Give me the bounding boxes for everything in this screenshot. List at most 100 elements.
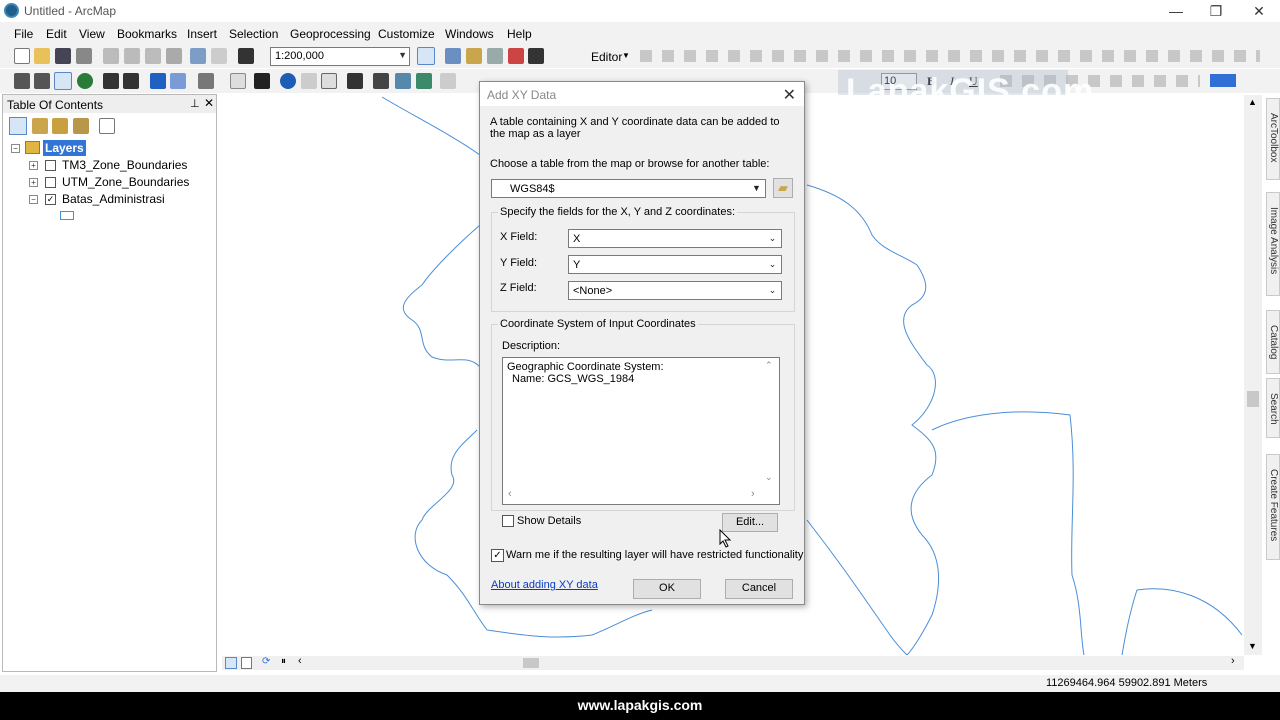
select-elements-icon[interactable] bbox=[254, 73, 270, 89]
forward-extent-icon[interactable] bbox=[170, 73, 186, 89]
pause-drawing-icon[interactable]: ⏸ bbox=[281, 656, 286, 667]
paste-icon[interactable] bbox=[145, 48, 161, 64]
dock-tab-create-features[interactable]: Create Features bbox=[1266, 454, 1280, 560]
copy-icon[interactable] bbox=[124, 48, 140, 64]
scroll-up-icon[interactable]: ▲ bbox=[1248, 97, 1257, 107]
find-route-icon[interactable] bbox=[395, 73, 411, 89]
layer-row[interactable]: + UTM_Zone_Boundaries bbox=[3, 174, 216, 191]
polygon-symbol-icon[interactable] bbox=[60, 211, 74, 220]
table-select[interactable]: WGS84$ ▼ bbox=[491, 179, 766, 198]
ok-button[interactable]: OK bbox=[633, 579, 701, 599]
map-vertical-scrollbar[interactable]: ▲ ▼ bbox=[1244, 95, 1262, 655]
redo-icon[interactable] bbox=[211, 48, 227, 64]
menu-customize[interactable]: Customize bbox=[378, 27, 435, 41]
list-by-drawing-order-icon[interactable] bbox=[9, 117, 27, 135]
layer-row[interactable]: + TM3_Zone_Boundaries bbox=[3, 157, 216, 174]
measure-icon[interactable] bbox=[347, 73, 363, 89]
menu-help[interactable]: Help bbox=[507, 27, 532, 41]
pin-icon[interactable]: ⊥ bbox=[190, 97, 200, 110]
layer-visibility-checkbox[interactable]: ✓ bbox=[45, 194, 56, 205]
about-xy-data-link[interactable]: About adding XY data bbox=[491, 579, 598, 591]
menu-view[interactable]: View bbox=[79, 27, 105, 41]
collapse-icon[interactable]: − bbox=[11, 144, 20, 153]
scroll-right-icon[interactable]: › bbox=[1231, 655, 1235, 667]
toc-root-row[interactable]: − Layers bbox=[3, 140, 216, 157]
time-slider-icon[interactable] bbox=[440, 73, 456, 89]
expand-icon[interactable]: + bbox=[29, 161, 38, 170]
scroll-left-icon[interactable]: ‹ bbox=[298, 655, 302, 667]
data-view-icon[interactable] bbox=[225, 657, 237, 669]
save-icon[interactable] bbox=[55, 48, 71, 64]
menu-windows[interactable]: Windows bbox=[445, 27, 494, 41]
browse-folder-icon[interactable]: ▰ bbox=[773, 178, 793, 198]
scroll-right-icon[interactable]: › bbox=[751, 488, 755, 500]
refresh-icon[interactable]: ⟳ bbox=[262, 656, 270, 667]
x-field-select[interactable]: X ⌄ bbox=[568, 229, 782, 248]
pan-icon[interactable] bbox=[54, 72, 72, 90]
menu-edit[interactable]: Edit bbox=[46, 27, 67, 41]
crs-description-box[interactable]: Geographic Coordinate System: Name: GCS_… bbox=[502, 357, 780, 505]
show-details-label[interactable]: Show Details bbox=[517, 515, 581, 527]
scroll-down-icon[interactable]: ⌄ bbox=[765, 472, 773, 483]
zoom-in-icon[interactable] bbox=[14, 73, 30, 89]
warn-checkbox[interactable]: ✓ bbox=[491, 549, 504, 562]
close-icon[interactable]: ✕ bbox=[783, 85, 796, 105]
go-to-xy-icon[interactable] bbox=[416, 73, 432, 89]
y-field-select[interactable]: Y ⌄ bbox=[568, 255, 782, 274]
full-extent-icon[interactable] bbox=[77, 73, 93, 89]
identify-icon[interactable] bbox=[280, 73, 296, 89]
menu-file[interactable]: File bbox=[14, 27, 33, 41]
layer-row[interactable]: − ✓ Batas_Administrasi bbox=[3, 191, 216, 208]
layer-name[interactable]: TM3_Zone_Boundaries bbox=[62, 158, 187, 172]
layer-visibility-checkbox[interactable] bbox=[45, 177, 56, 188]
close-icon[interactable]: ✕ bbox=[1247, 2, 1271, 20]
python-icon[interactable] bbox=[528, 48, 544, 64]
minimize-icon[interactable]: — bbox=[1164, 2, 1188, 20]
editor-toolbar-icon[interactable] bbox=[417, 47, 435, 65]
warn-label[interactable]: Warn me if the resulting layer will have… bbox=[506, 549, 803, 561]
menu-insert[interactable]: Insert bbox=[187, 27, 217, 41]
search-window-icon[interactable] bbox=[487, 48, 503, 64]
map-horizontal-scrollbar[interactable]: › bbox=[305, 655, 1244, 670]
font-color-icon[interactable] bbox=[1210, 74, 1236, 87]
toc-root-label[interactable]: Layers bbox=[43, 140, 86, 156]
scroll-thumb[interactable] bbox=[1247, 391, 1259, 407]
scroll-down-icon[interactable]: ▼ bbox=[1248, 641, 1257, 651]
expand-icon[interactable]: + bbox=[29, 178, 38, 187]
add-data-icon[interactable] bbox=[238, 48, 254, 64]
dock-tab-catalog[interactable]: Catalog bbox=[1266, 310, 1280, 374]
show-details-checkbox[interactable] bbox=[502, 515, 514, 527]
scroll-left-icon[interactable]: ‹ bbox=[508, 488, 512, 500]
layout-view-icon[interactable] bbox=[241, 657, 252, 669]
find-icon[interactable] bbox=[373, 73, 389, 89]
cut-icon[interactable] bbox=[103, 48, 119, 64]
layer-visibility-checkbox[interactable] bbox=[45, 160, 56, 171]
menu-bookmarks[interactable]: Bookmarks bbox=[117, 27, 177, 41]
toc-window-icon[interactable] bbox=[445, 48, 461, 64]
new-icon[interactable] bbox=[14, 48, 30, 64]
restore-icon[interactable]: ❐ bbox=[1204, 2, 1228, 20]
cancel-button[interactable]: Cancel bbox=[725, 579, 793, 599]
list-by-selection-icon[interactable] bbox=[73, 118, 89, 134]
collapse-icon[interactable]: − bbox=[29, 195, 38, 204]
menu-selection[interactable]: Selection bbox=[229, 27, 278, 41]
clear-selection-icon[interactable] bbox=[230, 73, 246, 89]
select-features-icon[interactable] bbox=[198, 73, 214, 89]
arctoolbox-icon[interactable] bbox=[508, 48, 524, 64]
back-extent-icon[interactable] bbox=[150, 73, 166, 89]
html-popup-icon[interactable] bbox=[321, 73, 337, 89]
undo-icon[interactable] bbox=[190, 48, 206, 64]
list-by-visibility-icon[interactable] bbox=[52, 118, 68, 134]
list-by-source-icon[interactable] bbox=[32, 118, 48, 134]
close-icon[interactable]: ✕ bbox=[204, 96, 214, 110]
fixed-zoom-out-icon[interactable] bbox=[123, 73, 139, 89]
dock-tab-search[interactable]: Search bbox=[1266, 378, 1280, 438]
dock-tab-arctoolbox[interactable]: ArcToolbox bbox=[1266, 98, 1280, 180]
scroll-thumb[interactable] bbox=[523, 658, 539, 668]
layer-name[interactable]: UTM_Zone_Boundaries bbox=[62, 175, 189, 189]
scroll-up-icon[interactable]: ⌃ bbox=[765, 360, 773, 371]
map-scale-combo[interactable]: 1:200,000 ▼ bbox=[270, 47, 410, 66]
print-icon[interactable] bbox=[76, 48, 92, 64]
layer-name[interactable]: Batas_Administrasi bbox=[62, 192, 165, 206]
z-field-select[interactable]: <None> ⌄ bbox=[568, 281, 782, 300]
